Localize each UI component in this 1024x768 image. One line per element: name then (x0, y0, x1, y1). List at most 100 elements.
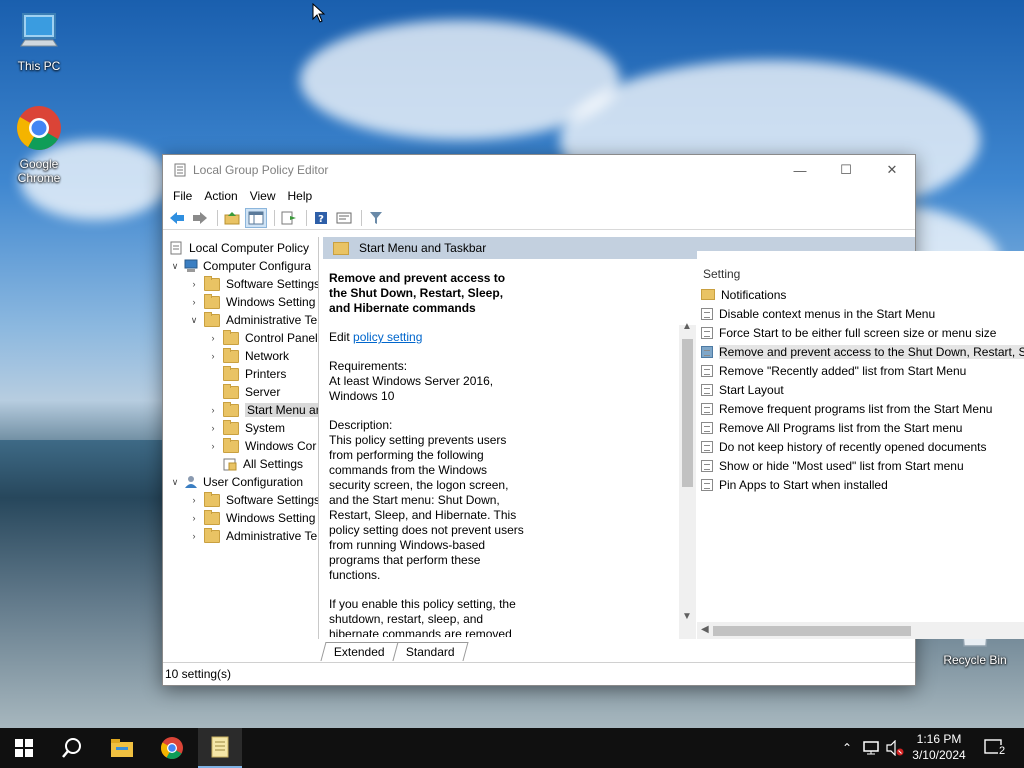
desktop-icon-chrome[interactable]: Google Chrome (4, 104, 74, 185)
menu-help[interactable]: Help (282, 189, 319, 203)
edit-prefix: Edit (329, 330, 350, 344)
tree-item-administrative-templates[interactable]: ∨ Administrative Te (188, 311, 317, 329)
settings-list[interactable]: Setting Notifications Disable context me… (697, 251, 1024, 639)
expand-arrow-icon[interactable]: › (207, 351, 219, 361)
tree-item-windows-components[interactable]: › Windows Cor (207, 437, 316, 455)
back-button[interactable] (167, 209, 187, 227)
desktop-icon-this-pc[interactable]: This PC (4, 10, 74, 73)
expand-arrow-icon[interactable]: › (188, 531, 200, 541)
scroll-left-icon[interactable]: ◀ (701, 624, 709, 635)
scrollbar-thumb[interactable] (713, 626, 911, 636)
edit-policy-setting-link[interactable]: policy setting (353, 330, 422, 344)
list-item[interactable]: Remove frequent programs list from the S… (701, 399, 1024, 418)
this-pc-icon (4, 10, 74, 57)
up-folder-icon (224, 212, 240, 225)
show-hide-tree-button[interactable] (245, 208, 267, 228)
collapse-arrow-icon[interactable]: ∨ (169, 477, 181, 488)
close-button[interactable]: ✕ (869, 155, 915, 185)
folder-icon (204, 527, 220, 543)
tree-item-label: Computer Configura (203, 259, 312, 273)
tree-item-system[interactable]: › System (207, 419, 285, 437)
show-hidden-icons-button[interactable]: ⌃ (838, 728, 856, 768)
list-item[interactable]: Disable context menus in the Start Menu … (701, 304, 1024, 323)
taskbar-file-explorer[interactable] (98, 728, 146, 768)
expand-arrow-icon[interactable]: › (207, 333, 219, 343)
tree-item-software-settings[interactable]: › Software Settings (188, 275, 318, 293)
clock-time: 1:16 PM (916, 732, 962, 746)
expand-arrow-icon[interactable]: › (207, 423, 219, 433)
forward-arrow-icon (193, 212, 207, 224)
up-one-level-button[interactable] (222, 209, 242, 227)
list-item[interactable]: Remove All Programs list from the Start … (701, 418, 1024, 437)
title-bar[interactable]: Local Group Policy Editor — ☐ ✕ (163, 155, 915, 185)
folder-icon (223, 365, 239, 381)
export-list-icon (281, 211, 296, 225)
group-policy-editor-window[interactable]: Local Group Policy Editor — ☐ ✕ File Act… (162, 154, 1024, 686)
list-item[interactable]: Force Start to be either full screen siz… (701, 323, 1024, 342)
tree-item-server[interactable]: Server (207, 383, 280, 401)
tree-item-start-menu-and-taskbar[interactable]: › Start Menu ar (207, 401, 318, 419)
expand-arrow-icon[interactable]: › (207, 405, 219, 415)
list-item[interactable]: Show or hide "Most used" list from Start… (701, 456, 1024, 475)
clock[interactable]: 1:16 PM 3/10/2024 (906, 732, 972, 762)
expand-arrow-icon[interactable]: › (188, 297, 200, 307)
start-button[interactable] (0, 728, 48, 768)
network-tray-button[interactable] (860, 728, 882, 768)
filter-button[interactable] (366, 209, 386, 227)
menu-file[interactable]: File (167, 189, 198, 203)
help-button[interactable]: ? (311, 209, 331, 227)
expand-arrow-icon[interactable]: › (188, 279, 200, 289)
tree-item-local-computer-policy[interactable]: Local Computer Policy (169, 239, 309, 257)
view-tabs: Extended Standard (320, 641, 468, 661)
menu-view[interactable]: View (244, 189, 282, 203)
tab-standard[interactable]: Standard (392, 642, 468, 661)
list-item[interactable]: Do not keep history of recently opened d… (701, 437, 1024, 456)
menu-action[interactable]: Action (198, 189, 243, 203)
expand-arrow-icon[interactable]: › (188, 513, 200, 523)
list-item[interactable]: Remove "Recently added" list from Start … (701, 361, 1024, 380)
list-item[interactable]: Start Layout Not (701, 380, 1024, 399)
maximize-button[interactable]: ☐ (823, 155, 869, 185)
list-horizontal-scrollbar[interactable]: ◀ ▶ (697, 622, 1024, 639)
tree-item-user-administrative-templates[interactable]: › Administrative Te (188, 527, 317, 545)
navigation-tree[interactable]: Local Computer Policy ∨ Computer Configu… (163, 237, 319, 639)
tree-item-computer-configuration[interactable]: ∨ Computer Configura (169, 257, 311, 275)
tree-item-user-software-settings[interactable]: › Software Settings (188, 491, 318, 509)
forward-button[interactable] (190, 209, 210, 227)
collapse-arrow-icon[interactable]: ∨ (169, 261, 181, 272)
extended-description: Remove and prevent access to the Shut Do… (329, 271, 525, 637)
tree-item-label: Printers (245, 367, 287, 381)
properties-button[interactable] (334, 209, 354, 227)
tab-extended[interactable]: Extended (320, 642, 399, 661)
tree-item-windows-settings[interactable]: › Windows Setting (188, 293, 315, 311)
expand-arrow-icon[interactable]: › (207, 441, 219, 451)
collapse-arrow-icon[interactable]: ∨ (188, 315, 200, 326)
search-button[interactable] (48, 728, 96, 768)
folder-icon (223, 401, 239, 417)
tree-item-printers[interactable]: Printers (207, 365, 286, 383)
description-vertical-scrollbar[interactable]: ▲ ▼ (679, 321, 696, 639)
tree-item-user-windows-settings[interactable]: › Windows Setting (188, 509, 315, 527)
tree-item-control-panel[interactable]: › Control Panel (207, 329, 318, 347)
toolbar: ? (163, 207, 915, 230)
tree-item-network[interactable]: › Network (207, 347, 289, 365)
scroll-down-icon[interactable]: ▼ (682, 611, 692, 622)
taskbar-group-policy-editor[interactable] (198, 728, 242, 768)
minimize-button[interactable]: — (777, 155, 823, 185)
export-list-button[interactable] (279, 209, 299, 227)
volume-tray-button[interactable] (884, 728, 906, 768)
tree-item-user-configuration[interactable]: ∨ User Configuration (169, 473, 303, 491)
tree-item-all-settings[interactable]: All Settings (207, 455, 303, 473)
list-item[interactable]: Notifications (701, 285, 1024, 304)
scroll-up-icon[interactable]: ▲ (682, 321, 692, 332)
list-item[interactable]: Pin Apps to Start when installed Not (701, 475, 1024, 494)
expand-arrow-icon[interactable]: › (188, 495, 200, 505)
scrollbar-thumb[interactable] (682, 339, 693, 487)
tree-item-label: Local Computer Policy (189, 241, 310, 255)
filter-icon (370, 212, 382, 224)
action-center-button[interactable]: 2 (978, 728, 1012, 768)
policy-setting-icon (701, 364, 713, 377)
taskbar-chrome[interactable] (148, 728, 196, 768)
column-header-setting[interactable]: Setting (703, 267, 740, 281)
list-item-selected[interactable]: Remove and prevent access to the Shut Do… (701, 342, 1024, 361)
